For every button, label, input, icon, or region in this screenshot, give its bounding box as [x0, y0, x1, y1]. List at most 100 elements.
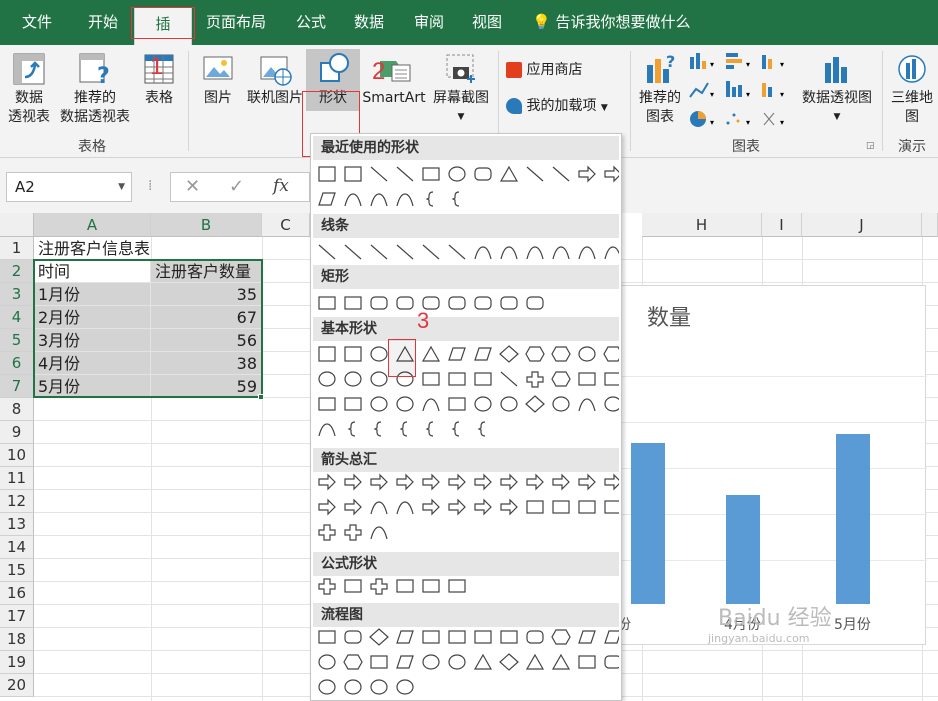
- shape-option[interactable]: [422, 244, 440, 260]
- shape-option[interactable]: [344, 244, 362, 260]
- fill-handle[interactable]: [258, 394, 264, 400]
- shape-option[interactable]: [347, 421, 356, 437]
- store-button[interactable]: 应用商店: [506, 61, 616, 80]
- shape-option[interactable]: [421, 345, 441, 362]
- dialog-launcher-icon[interactable]: ◲: [866, 141, 875, 151]
- column-header-B[interactable]: B: [151, 213, 262, 237]
- chart-bar[interactable]: [726, 494, 760, 604]
- shape-option[interactable]: [451, 191, 460, 207]
- row-header-13[interactable]: 13: [0, 513, 34, 536]
- shape-option[interactable]: [604, 165, 619, 183]
- shape-option[interactable]: [318, 630, 336, 644]
- shape-option[interactable]: [318, 498, 336, 516]
- shape-option[interactable]: [396, 679, 414, 695]
- shape-option[interactable]: [500, 371, 518, 387]
- shape-option[interactable]: [344, 346, 362, 362]
- shape-option[interactable]: [551, 629, 571, 645]
- column-header-K[interactable]: [922, 213, 938, 237]
- shape-option[interactable]: [448, 166, 466, 182]
- shape-option[interactable]: [551, 371, 571, 387]
- shape-option[interactable]: [578, 246, 596, 260]
- tab-file[interactable]: 文件: [8, 0, 66, 45]
- shape-option[interactable]: [525, 346, 545, 362]
- shape-option[interactable]: [604, 630, 619, 644]
- tab-home[interactable]: 开始: [74, 0, 132, 45]
- shape-option[interactable]: [604, 500, 619, 514]
- shape-option[interactable]: [448, 397, 466, 411]
- online-picture-button[interactable]: 联机图片: [244, 51, 306, 108]
- shape-option[interactable]: [552, 396, 570, 412]
- shape-option[interactable]: [369, 628, 389, 646]
- row-header-4[interactable]: 4: [0, 306, 34, 329]
- shape-option[interactable]: [396, 296, 414, 310]
- shape-option[interactable]: [474, 347, 492, 361]
- shape-option[interactable]: [373, 421, 382, 437]
- shape-option[interactable]: [396, 579, 414, 593]
- shape-option[interactable]: [525, 395, 545, 413]
- shape-option[interactable]: [370, 473, 388, 491]
- shape-option[interactable]: [604, 246, 619, 260]
- row-header-5[interactable]: 5: [0, 329, 34, 352]
- shape-option[interactable]: [500, 296, 518, 310]
- column-header-H[interactable]: H: [642, 213, 762, 237]
- tell-me-box[interactable]: 💡 告诉我你想要做什么: [532, 0, 690, 45]
- recommended-pivot-button[interactable]: ? 推荐的 数据透视表: [58, 51, 132, 127]
- shape-option[interactable]: [318, 524, 336, 541]
- cancel-icon[interactable]: ✕: [185, 176, 200, 197]
- row-header-3[interactable]: 3: [0, 283, 34, 306]
- shape-option[interactable]: [318, 423, 336, 437]
- shape-option[interactable]: [396, 396, 414, 412]
- shape-option[interactable]: [318, 679, 336, 695]
- shape-option[interactable]: [370, 346, 388, 362]
- column-chart[interactable]: 数量 份 4月份 5月份: [610, 285, 927, 645]
- shape-option[interactable]: [448, 347, 466, 361]
- shape-option[interactable]: [578, 398, 596, 412]
- shape-option[interactable]: [448, 654, 466, 670]
- shape-option[interactable]: [370, 166, 388, 182]
- shape-option[interactable]: [399, 421, 408, 437]
- shape-option[interactable]: [344, 397, 362, 411]
- shape-option[interactable]: [396, 193, 414, 207]
- shape-option[interactable]: [422, 473, 440, 491]
- pivot-table-button[interactable]: 数据 透视表: [4, 51, 54, 127]
- 3d-map-button[interactable]: 三维地 图: [886, 51, 938, 127]
- select-all-corner[interactable]: [0, 213, 34, 237]
- shape-option[interactable]: [422, 398, 440, 412]
- shape-option[interactable]: [396, 473, 414, 491]
- shape-option[interactable]: [344, 193, 362, 207]
- shape-option[interactable]: [552, 166, 570, 182]
- chart-bar[interactable]: [836, 434, 870, 604]
- row-header-1[interactable]: 1: [0, 237, 34, 260]
- shape-option[interactable]: [526, 473, 544, 491]
- row-header-2[interactable]: 2: [0, 260, 34, 283]
- row-header-17[interactable]: 17: [0, 605, 34, 628]
- tab-review[interactable]: 审阅: [400, 0, 458, 45]
- shape-option[interactable]: [425, 421, 434, 437]
- shape-option[interactable]: [422, 630, 440, 644]
- row-header-18[interactable]: 18: [0, 628, 34, 651]
- shape-option[interactable]: [344, 679, 362, 695]
- row-header-11[interactable]: 11: [0, 467, 34, 490]
- shape-option[interactable]: [343, 654, 363, 670]
- shape-option[interactable]: [396, 655, 414, 669]
- shape-option[interactable]: [474, 246, 492, 260]
- shape-option[interactable]: [578, 346, 596, 362]
- shape-option[interactable]: [552, 500, 570, 514]
- shape-option[interactable]: [499, 653, 519, 671]
- shape-option[interactable]: [370, 396, 388, 412]
- tab-view[interactable]: 视图: [458, 0, 516, 45]
- row-header-7[interactable]: 7: [0, 375, 34, 398]
- shape-option[interactable]: [500, 473, 518, 491]
- screenshot-button[interactable]: 屏幕截图 ▼: [430, 51, 492, 127]
- shape-option[interactable]: [344, 524, 362, 541]
- shape-option[interactable]: [551, 653, 571, 670]
- shape-option[interactable]: [448, 473, 466, 491]
- shape-option[interactable]: [474, 372, 492, 386]
- shape-option[interactable]: [578, 500, 596, 514]
- shape-option[interactable]: [473, 653, 493, 670]
- shape-option[interactable]: [603, 346, 619, 362]
- shape-option[interactable]: [318, 346, 336, 362]
- row-header-6[interactable]: 6: [0, 352, 34, 375]
- shape-option[interactable]: [604, 396, 619, 412]
- shape-option[interactable]: [344, 498, 362, 516]
